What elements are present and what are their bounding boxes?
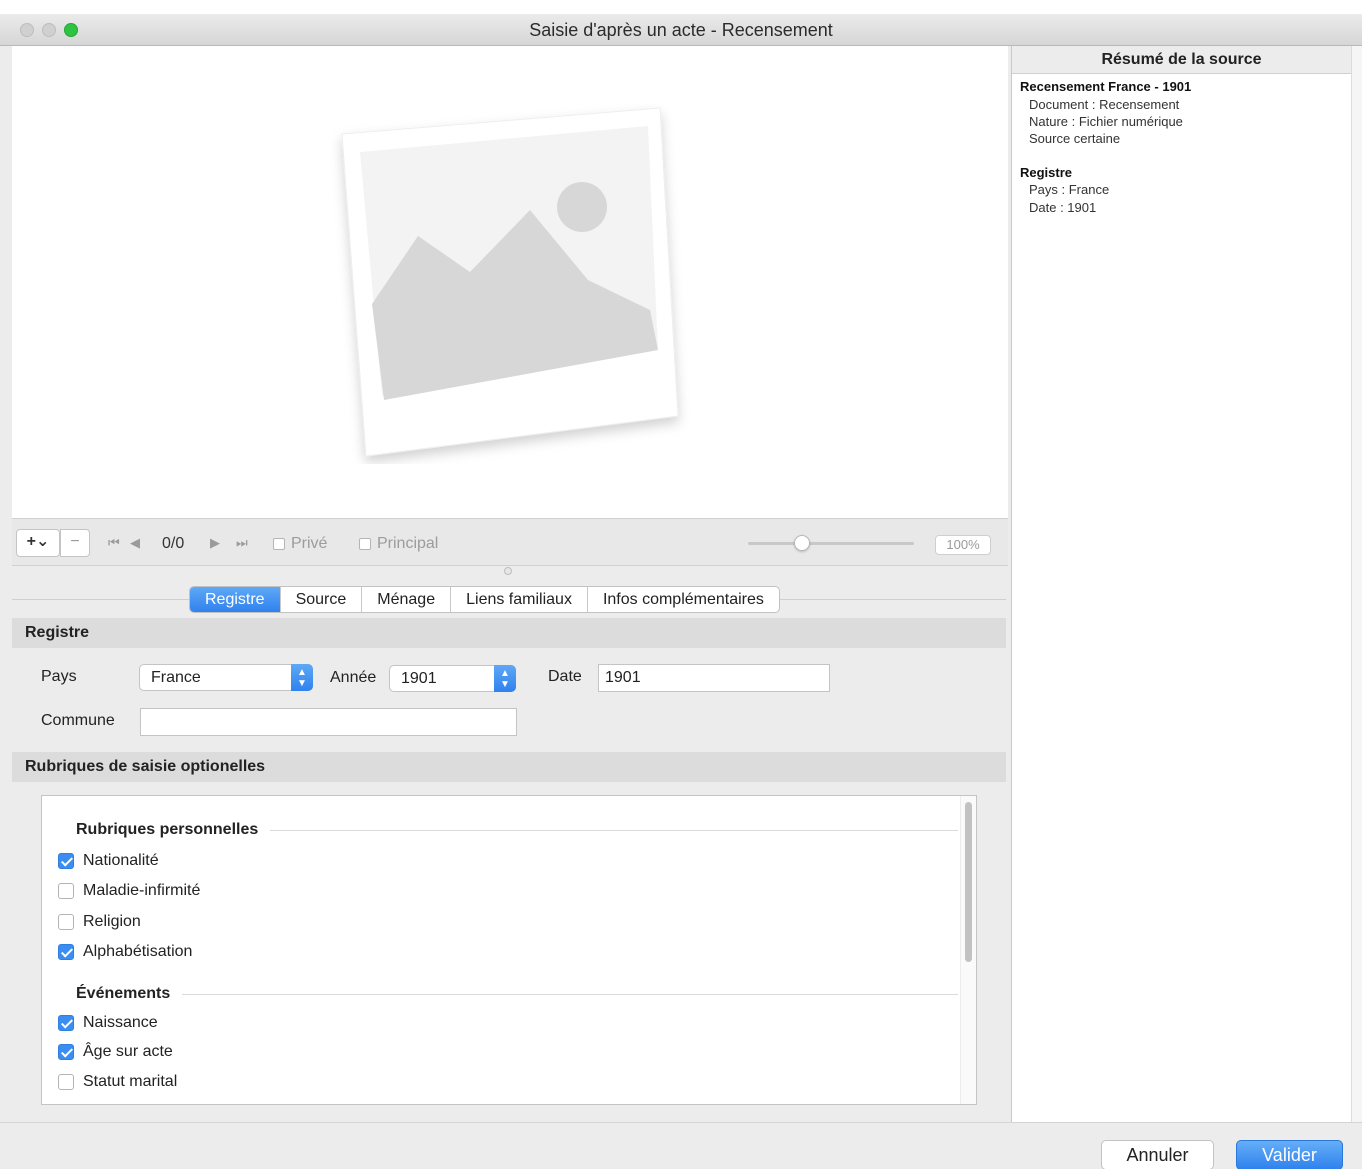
age-sur-acte-checkbox[interactable] [58,1044,74,1060]
naissance-checkbox[interactable] [58,1015,74,1031]
annee-value: 1901 [401,670,437,687]
annee-label: Année [330,669,377,686]
tab-source[interactable]: Source [281,587,363,612]
pays-label: Pays [41,668,77,685]
summary-block-title: Registre [1020,165,1073,180]
source-summary-panel: Résumé de la source Recensement France -… [1011,46,1351,1122]
option-label: Religion [83,913,141,930]
add-media-button[interactable]: +⌄ [16,529,60,557]
tab-bar: Registre Source Ménage Liens familiaux Infos… [189,586,780,613]
tab-registre[interactable]: Registre [190,587,281,612]
zoom-level[interactable]: 100% [935,535,991,555]
date-field[interactable]: 1901 [598,664,830,692]
photo-placeholder-icon [341,107,679,457]
title-bar: Saisie d'après un acte - Recensement [0,14,1362,46]
nationalite-checkbox[interactable] [58,853,74,869]
prive-checkbox[interactable] [273,538,285,550]
next-page-icon[interactable]: ▶ [210,535,220,551]
option-label: Alphabétisation [83,943,193,960]
tab-menage[interactable]: Ménage [362,587,452,612]
summary-block-title: Recensement France - 1901 [1020,79,1192,94]
maladie-infirmite-checkbox[interactable] [58,883,74,899]
zoom-slider-track[interactable] [748,542,914,545]
last-page-icon[interactable]: ⏭ [236,535,248,551]
media-toolbar: +⌄ − ⏮ ◀ 0/0 ▶ ⏭ Privé Principal 100% [12,518,1008,566]
summary-line: Source certaine [1029,131,1121,146]
option-alphabetisation[interactable]: Alphabétisation [58,942,192,962]
first-page-icon[interactable]: ⏮ [108,535,120,551]
list-scrollbar-thumb[interactable] [965,802,972,962]
option-label: Maladie-infirmité [83,882,201,899]
annee-stepper-icon[interactable]: ▲ ▼ [494,665,516,692]
group-title-evenements: Événements [76,985,183,1003]
statut-marital-checkbox[interactable] [58,1074,74,1090]
zoom-slider-knob[interactable] [794,535,810,551]
registre-section-header: Registre [12,618,1006,648]
dialog-window: Saisie d'après un acte - Recensement +⌄ … [0,0,1362,1169]
option-age-sur-acte[interactable]: Âge sur acte [58,1042,173,1062]
summary-scrollbar[interactable] [1351,46,1362,1122]
group-divider [76,994,958,995]
option-label: Statut marital [83,1073,178,1090]
commune-field[interactable] [140,708,517,736]
tab-infos-complementaires[interactable]: Infos complémentaires [588,587,779,612]
principal-label: Principal [377,535,439,552]
rubriques-section-header: Rubriques de saisie optionelles [12,752,1006,782]
commune-label: Commune [41,712,115,729]
dialog-button-bar: Annuler Valider [0,1122,1362,1169]
top-strip [0,0,1362,14]
alphabetisation-checkbox[interactable] [58,944,74,960]
remove-media-button[interactable]: − [60,529,90,557]
pays-value: France [151,669,201,686]
summary-header: Résumé de la source [1012,46,1351,74]
window-title: Saisie d'après un acte - Recensement [529,20,833,40]
option-statut-marital[interactable]: Statut marital [58,1072,177,1092]
summary-line: Document : Recensement [1029,97,1180,112]
tab-liens-familiaux[interactable]: Liens familiaux [451,587,588,612]
option-maladie-infirmite[interactable]: Maladie-infirmité [58,881,200,901]
page-counter: 0/0 [162,535,185,552]
option-naissance[interactable]: Naissance [58,1013,158,1033]
pays-select[interactable]: France ▲ ▼ [139,664,313,691]
option-religion[interactable]: Religion [58,912,141,932]
principal-checkbox[interactable] [359,538,371,550]
rubriques-list[interactable]: Rubriques personnelles Nationalité Malad… [41,795,977,1105]
religion-checkbox[interactable] [58,914,74,930]
option-label: Naissance [83,1014,158,1031]
image-preview[interactable] [12,46,1008,518]
group-title-personnelles: Rubriques personnelles [76,821,271,839]
pays-stepper-icon[interactable]: ▲ ▼ [291,664,313,691]
summary-line: Pays : France [1029,182,1110,197]
summary-line: Nature : Fichier numérique [1029,114,1183,129]
cancel-button[interactable]: Annuler [1101,1140,1214,1169]
date-label: Date [548,668,582,685]
prive-label: Privé [291,535,328,552]
splitter-handle[interactable] [504,567,512,575]
option-label: Nationalité [83,852,159,869]
summary-line: Date : 1901 [1029,200,1097,215]
option-label: Âge sur acte [83,1043,173,1060]
validate-button[interactable]: Valider [1236,1140,1343,1169]
annee-select[interactable]: 1901 ▲ ▼ [389,665,516,692]
previous-page-icon[interactable]: ◀ [130,535,140,551]
option-nationalite[interactable]: Nationalité [58,851,159,871]
